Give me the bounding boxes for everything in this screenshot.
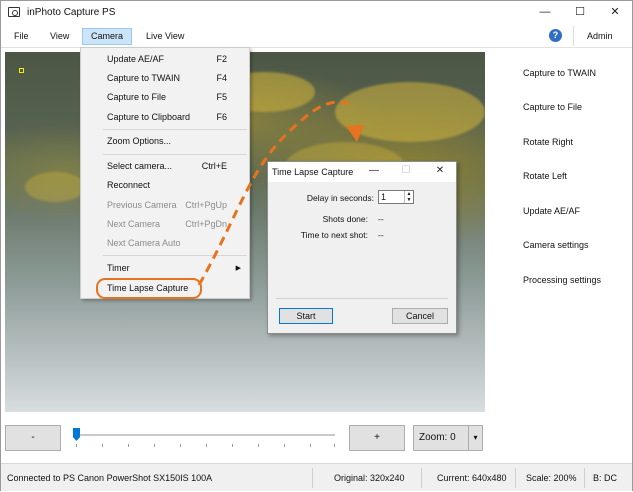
delay-value: 1	[381, 192, 387, 202]
dialog-maximize-button: ☐	[401, 165, 411, 176]
start-button[interactable]: Start	[279, 308, 333, 324]
delay-label: Delay in seconds:	[306, 193, 374, 203]
dialog-minimize-button[interactable]: —	[364, 165, 384, 176]
main-window: inPhoto Capture PS — ☐ ✕ File View Camer…	[0, 0, 633, 491]
delay-spinbox[interactable]: 1 ▲ ▼	[378, 190, 414, 204]
dialog-divider	[276, 298, 448, 299]
cancel-button[interactable]: Cancel	[392, 308, 448, 324]
shots-done-label: Shots done:	[322, 214, 368, 224]
shots-done-value: --	[378, 214, 384, 224]
spin-arrows-icon[interactable]: ▲ ▼	[404, 191, 413, 203]
time-lapse-dialog: Time Lapse Capture — ☐ ✕ Delay in second…	[267, 161, 457, 334]
dialog-close-button[interactable]: ✕	[430, 165, 450, 176]
next-shot-label: Time to next shot:	[300, 230, 368, 240]
dialog-title-bar: Time Lapse Capture — ☐ ✕	[268, 162, 456, 182]
dialog-title: Time Lapse Capture	[272, 167, 354, 177]
next-shot-value: --	[378, 230, 384, 240]
callout-arrowhead	[346, 125, 364, 142]
